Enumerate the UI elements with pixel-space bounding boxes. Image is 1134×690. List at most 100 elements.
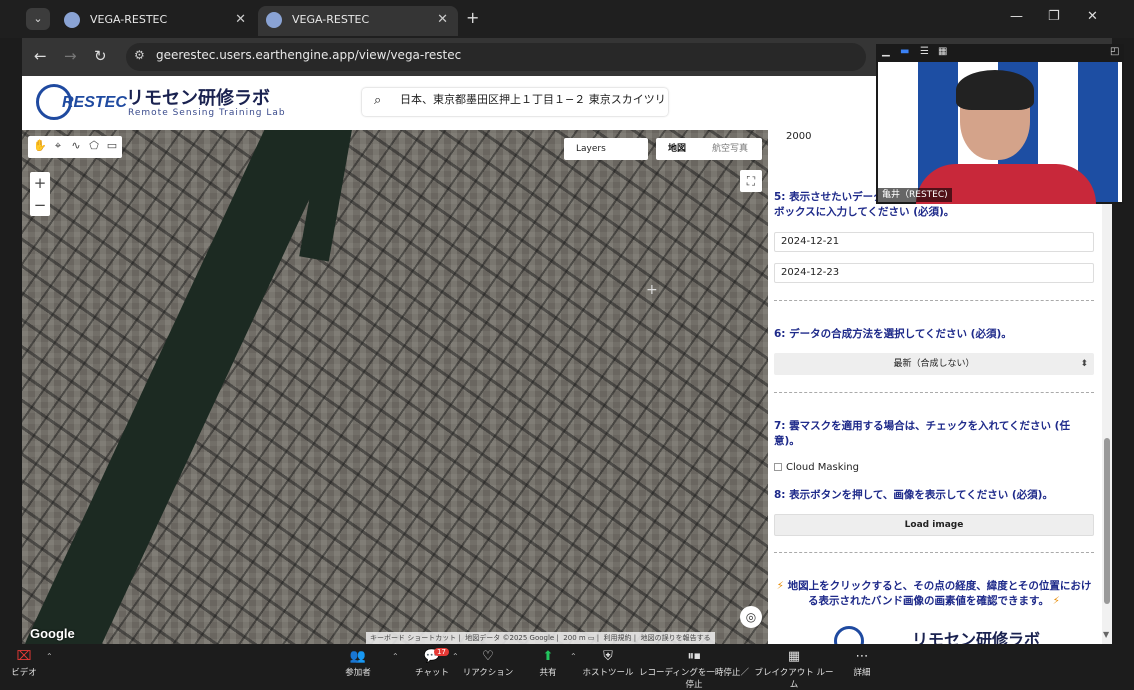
zoom-control: + − bbox=[30, 172, 50, 216]
lightning-icon: ⚡ bbox=[1052, 595, 1060, 607]
lab-subtitle: Remote Sensing Training Lab bbox=[128, 108, 286, 118]
select-arrow-icon: ⬍ bbox=[1080, 359, 1088, 369]
satellite-map[interactable]: ✋ ⌖ ∿ ⬠ ▭ + − Layers 地図 航空写真 ⛶ + ◎ Googl… bbox=[22, 130, 768, 644]
divider bbox=[774, 300, 1094, 301]
restec-logo-text: RESTEC bbox=[62, 94, 127, 111]
speaker-hair bbox=[956, 70, 1034, 110]
start-date-input[interactable]: 2024-12-21 bbox=[774, 232, 1094, 252]
more-label: 詳細 bbox=[853, 668, 871, 678]
participants-button[interactable]: 👥 参加者 bbox=[318, 648, 398, 678]
hand-pan-icon[interactable]: ✋ bbox=[32, 139, 48, 155]
more-dots-icon: ⋯ bbox=[855, 649, 869, 664]
map-type-control: 地図 航空写真 bbox=[656, 138, 762, 160]
map-type-satellite[interactable]: 航空写真 bbox=[712, 138, 748, 160]
drawing-toolbar: ✋ ⌖ ∿ ⬠ ▭ bbox=[28, 136, 122, 158]
step6-label: 6: データの合成方法を選択してください (必須)。 bbox=[774, 328, 1012, 340]
video-label: ビデオ bbox=[11, 668, 37, 678]
browser-tab-bar: ⌄ VEGA-RESTEC ✕ VEGA-RESTEC ✕ + — ❐ ✕ bbox=[0, 0, 1134, 38]
participant-video[interactable]: ▁ ▬ ☰ ▦ ◰ 亀井（RESTEC) bbox=[876, 44, 1124, 204]
minimize-button[interactable]: — bbox=[1010, 9, 1023, 24]
video-window-bar: ▁ ▬ ☰ ▦ ◰ bbox=[876, 44, 1124, 62]
lab-title: リモセン研修ラボ bbox=[126, 88, 270, 109]
url-text: geerestec.users.earthengine.app/view/veg… bbox=[156, 48, 462, 62]
cloud-masking-checkbox[interactable]: Cloud Masking bbox=[774, 461, 1094, 475]
cloud-masking-label: Cloud Masking bbox=[786, 462, 859, 473]
step8-label: 8: 表示ボタンを押して、画像を表示してください (必須)。 bbox=[774, 489, 1053, 501]
end-date-input[interactable]: 2024-12-23 bbox=[774, 263, 1094, 283]
reactions-label: リアクション bbox=[462, 668, 514, 678]
minimize-video-icon[interactable]: ▁ bbox=[882, 46, 890, 57]
map-scale[interactable]: 200 m bbox=[563, 634, 585, 642]
polygon-draw-icon[interactable]: ⬠ bbox=[86, 139, 102, 155]
scrollbar-thumb[interactable] bbox=[1104, 438, 1110, 604]
place-search-input[interactable] bbox=[400, 92, 666, 105]
pause-stop-icon: ⏸⏹ bbox=[687, 649, 701, 664]
composite-method-select[interactable]: 最新（合成しない） ⬍ bbox=[774, 353, 1094, 375]
chat-unread-badge: 17 bbox=[434, 648, 449, 656]
divider bbox=[774, 552, 1094, 553]
line-draw-icon[interactable]: ∿ bbox=[68, 139, 84, 155]
gallery-view-icon[interactable]: ▦ bbox=[938, 46, 947, 57]
participant-name: 亀井（RESTEC) bbox=[878, 188, 952, 202]
participants-label: 参加者 bbox=[345, 668, 371, 678]
address-bar[interactable]: ⚙ geerestec.users.earthengine.app/view/v… bbox=[126, 43, 866, 71]
step7-label: 7: 雲マスクを適用する場合は、チェックを入れてください (任意)。 bbox=[774, 420, 1070, 447]
my-location-icon[interactable]: ◎ bbox=[740, 606, 762, 628]
video-off-icon: ⌧ bbox=[16, 649, 32, 664]
search-icon: ⌕ bbox=[374, 93, 382, 108]
strip-view-icon[interactable]: ☰ bbox=[920, 46, 929, 57]
lightning-icon: ⚡ bbox=[776, 580, 784, 592]
composite-selected-value: 最新（合成しない） bbox=[893, 359, 975, 369]
load-image-button[interactable]: Load image bbox=[774, 514, 1094, 536]
caret-up-icon[interactable]: ⌃ bbox=[46, 652, 53, 661]
map-click-info-text: 地図上をクリックすると、その点の経度、緯度とその位置における表示されたバンド画像… bbox=[787, 580, 1092, 607]
keyboard-shortcuts-link[interactable]: キーボード ショートカット bbox=[370, 634, 456, 642]
map-click-info: ⚡ 地図上をクリックすると、その点の経度、緯度とその位置における表示されたバンド… bbox=[774, 579, 1094, 609]
browser-tab-1[interactable]: VEGA-RESTEC ✕ bbox=[56, 6, 256, 36]
point-marker-icon[interactable]: ⌖ bbox=[50, 139, 66, 155]
vega-favicon-icon bbox=[64, 12, 80, 28]
report-error-link[interactable]: 地図の誤りを報告する bbox=[641, 634, 711, 642]
more-button[interactable]: ⋯ 詳細 bbox=[822, 648, 902, 678]
recording-button[interactable]: ⏸⏹ レコーディングを一時停止／停止 bbox=[636, 648, 752, 690]
map-type-map[interactable]: 地図 bbox=[668, 138, 686, 160]
scroll-down-arrow-icon[interactable]: ▼ bbox=[1103, 630, 1109, 639]
map-data-credit: 地図データ ©2025 Google bbox=[465, 634, 555, 642]
restec-globe-icon bbox=[834, 626, 864, 644]
terms-link[interactable]: 利用規約 bbox=[604, 634, 632, 642]
zoom-out-button[interactable]: − bbox=[30, 194, 50, 216]
reload-icon[interactable]: ↻ bbox=[94, 47, 107, 65]
footer-title: リモセン研修ラボ bbox=[912, 630, 1041, 644]
close-window-button[interactable]: ✕ bbox=[1087, 9, 1098, 24]
place-search-box[interactable]: ⌕ bbox=[362, 88, 668, 116]
browser-tab-2-active[interactable]: VEGA-RESTEC ✕ bbox=[258, 6, 458, 36]
layers-button[interactable]: Layers bbox=[564, 138, 648, 160]
share-label: 共有 bbox=[539, 668, 557, 678]
exit-float-icon[interactable]: ◰ bbox=[1110, 46, 1119, 57]
host-tools-label: ホストツール bbox=[582, 668, 634, 678]
divider bbox=[774, 392, 1094, 393]
tab-title: VEGA-RESTEC bbox=[90, 13, 168, 26]
google-logo: Google bbox=[30, 626, 75, 641]
tab-close-icon[interactable]: ✕ bbox=[437, 6, 448, 34]
zoom-in-button[interactable]: + bbox=[30, 172, 50, 194]
crosshair-cursor-icon: + bbox=[646, 282, 658, 298]
panel-scrollbar[interactable]: ▼ bbox=[1102, 130, 1112, 644]
vega-favicon-icon bbox=[266, 12, 282, 28]
fullscreen-icon[interactable]: ⛶ bbox=[740, 170, 762, 192]
tab-close-icon[interactable]: ✕ bbox=[235, 6, 246, 34]
checkbox-box[interactable] bbox=[774, 463, 782, 471]
map-attribution: キーボード ショートカット | 地図データ ©2025 Google | 200… bbox=[366, 632, 715, 644]
speaker-view-icon[interactable]: ▬ bbox=[900, 46, 909, 57]
video-button[interactable]: ⌧ ビデオ bbox=[0, 648, 64, 678]
maximize-button[interactable]: ❐ bbox=[1048, 9, 1060, 24]
tab-search-button[interactable]: ⌄ bbox=[26, 8, 50, 30]
back-arrow-icon[interactable]: ← bbox=[34, 47, 47, 65]
chat-label: チャット bbox=[415, 668, 449, 678]
meeting-toolbar: ⌧ ビデオ ⌃ 👥 参加者 ⌃ 💬 チャット 17 ⌃ ♡ リアクション ⬆ 共… bbox=[0, 644, 1134, 690]
participants-icon: 👥 bbox=[349, 649, 367, 664]
new-tab-button[interactable]: + bbox=[466, 8, 479, 27]
forward-arrow-icon[interactable]: → bbox=[64, 47, 77, 65]
site-info-icon[interactable]: ⚙ bbox=[134, 48, 145, 62]
rectangle-draw-icon[interactable]: ▭ bbox=[104, 139, 120, 155]
